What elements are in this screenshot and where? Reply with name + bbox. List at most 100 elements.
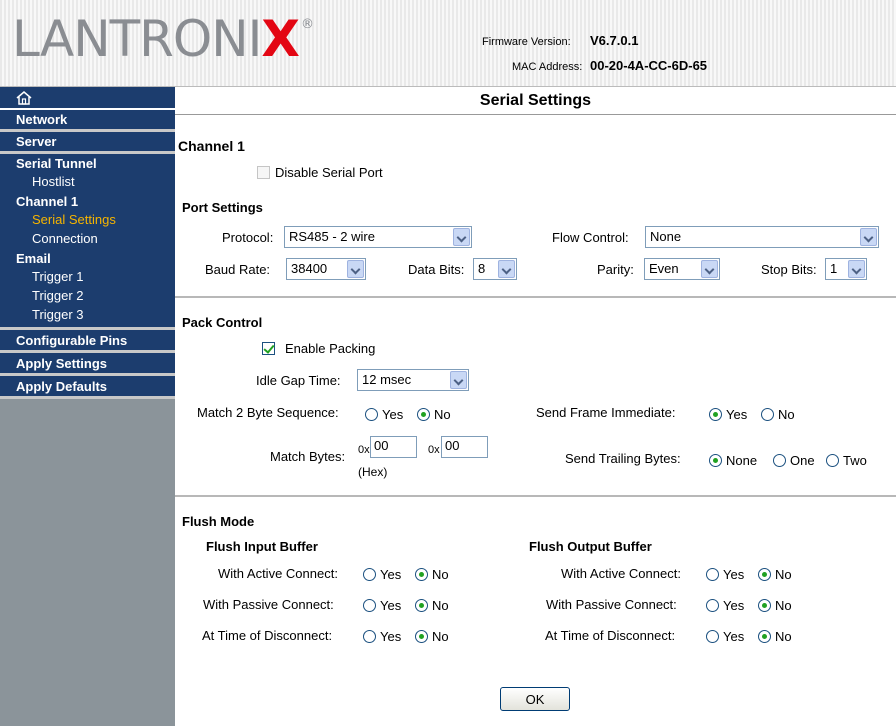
output-passive-yes-radio[interactable] xyxy=(706,599,719,612)
parity-select[interactable]: Even xyxy=(644,258,720,280)
send-trailing-two-label: Two xyxy=(843,453,867,468)
hex-prefix-2: 0x xyxy=(428,444,440,456)
sidebar-item-apply-defaults[interactable]: Apply Defaults xyxy=(0,377,175,396)
input-disconnect-no-label: No xyxy=(432,629,449,644)
sidebar-item-apply-settings[interactable]: Apply Settings xyxy=(0,354,175,373)
send-trailing-one-radio[interactable] xyxy=(773,454,786,467)
sidebar-item-trigger-3[interactable]: Trigger 3 xyxy=(0,306,175,325)
send-frame-yes-radio[interactable] xyxy=(709,408,722,421)
idle-gap-value: 12 msec xyxy=(362,372,412,387)
nav-section-server: Server xyxy=(0,132,175,154)
input-disconnect-yes-label: Yes xyxy=(380,629,402,644)
chevron-down-icon xyxy=(450,371,467,389)
flow-control-select[interactable]: None xyxy=(645,226,879,248)
stop-bits-label: Stop Bits: xyxy=(761,262,817,277)
channel-title: Channel 1 xyxy=(178,138,245,154)
protocol-value: RS485 - 2 wire xyxy=(289,229,375,244)
input-active-connect-label: With Active Connect: xyxy=(218,566,338,581)
output-disconnect-yes-label: Yes xyxy=(723,629,745,644)
send-trailing-label: Send Trailing Bytes: xyxy=(565,451,681,466)
send-frame-yes-label: Yes xyxy=(726,407,748,422)
input-disconnect-no-radio[interactable] xyxy=(415,630,428,643)
title-bar: Serial Settings xyxy=(175,87,896,115)
match-2-byte-no-radio[interactable] xyxy=(417,408,430,421)
data-bits-select[interactable]: 8 xyxy=(473,258,517,280)
sidebar-item-connection[interactable]: Connection xyxy=(0,230,175,249)
stop-bits-select[interactable]: 1 xyxy=(825,258,867,280)
send-trailing-none-radio[interactable] xyxy=(709,454,722,467)
sidebar-item-trigger-1[interactable]: Trigger 1 xyxy=(0,268,175,287)
output-passive-no-label: No xyxy=(775,598,792,613)
idle-gap-label: Idle Gap Time: xyxy=(256,373,341,388)
output-disconnect-yes-radio[interactable] xyxy=(706,630,719,643)
sidebar-item-network[interactable]: Network xyxy=(0,110,175,129)
nav-section-network: Network xyxy=(0,110,175,132)
home-link[interactable] xyxy=(0,87,175,110)
sidebar-item-hostlist[interactable]: Hostlist xyxy=(0,173,175,192)
flush-output-title: Flush Output Buffer xyxy=(529,539,652,554)
flush-mode-title: Flush Mode xyxy=(182,514,255,529)
input-passive-yes-label: Yes xyxy=(380,598,402,613)
page-title: Serial Settings xyxy=(479,92,592,109)
output-passive-no-radio[interactable] xyxy=(758,599,771,612)
match-byte-2-input[interactable]: 00 xyxy=(441,436,488,458)
protocol-select[interactable]: RS485 - 2 wire xyxy=(284,226,472,248)
sidebar-item-channel-1[interactable]: Channel 1 xyxy=(0,192,175,211)
protocol-label: Protocol: xyxy=(222,230,274,245)
send-frame-no-radio[interactable] xyxy=(761,408,774,421)
match-byte-1-input[interactable]: 00 xyxy=(370,436,417,458)
parity-value: Even xyxy=(649,261,679,276)
home-icon[interactable] xyxy=(16,90,32,106)
mac-value: 00-20-4A-CC-6D-65 xyxy=(590,58,708,73)
chevron-down-icon xyxy=(347,260,364,278)
divider xyxy=(175,495,896,497)
send-trailing-two-radio[interactable] xyxy=(826,454,839,467)
send-trailing-none-label: None xyxy=(726,453,758,468)
idle-gap-select[interactable]: 12 msec xyxy=(357,369,469,391)
stop-bits-value: 1 xyxy=(830,261,838,276)
baud-rate-value: 38400 xyxy=(291,261,328,276)
output-disconnect-label: At Time of Disconnect: xyxy=(545,628,676,643)
sidebar-item-email[interactable]: Email xyxy=(0,249,175,268)
chevron-down-icon xyxy=(498,260,515,278)
match-2-byte-yes-radio[interactable] xyxy=(365,408,378,421)
match-2-byte-yes-label: Yes xyxy=(382,407,404,422)
sidebar-item-configurable-pins[interactable]: Configurable Pins xyxy=(0,331,175,350)
enable-packing-checkbox[interactable] xyxy=(262,342,275,355)
input-passive-yes-radio[interactable] xyxy=(363,599,376,612)
flow-control-label: Flow Control: xyxy=(552,230,629,245)
input-active-yes-radio[interactable] xyxy=(363,568,376,581)
output-disconnect-no-radio[interactable] xyxy=(758,630,771,643)
baud-rate-select[interactable]: 38400 xyxy=(286,258,366,280)
output-passive-yes-label: Yes xyxy=(723,598,745,613)
output-active-no-radio[interactable] xyxy=(758,568,771,581)
output-active-yes-radio[interactable] xyxy=(706,568,719,581)
data-bits-label: Data Bits: xyxy=(408,262,465,277)
input-active-no-label: No xyxy=(432,567,449,582)
send-trailing-one-label: One xyxy=(790,453,815,468)
ok-button[interactable]: OK xyxy=(500,687,570,711)
nav-section-apply-settings: Apply Settings xyxy=(0,353,175,376)
input-passive-no-radio[interactable] xyxy=(415,599,428,612)
input-disconnect-yes-radio[interactable] xyxy=(363,630,376,643)
sidebar-item-server[interactable]: Server xyxy=(0,132,175,151)
sidebar: Network Server Serial Tunnel Hostlist Ch… xyxy=(0,87,175,726)
disable-serial-port-checkbox[interactable] xyxy=(257,166,270,179)
nav-section-configurable-pins: Configurable Pins xyxy=(0,330,175,353)
chevron-down-icon xyxy=(848,260,865,278)
hex-note: (Hex) xyxy=(358,465,388,479)
sidebar-item-trigger-2[interactable]: Trigger 2 xyxy=(0,287,175,306)
header: LANTRONIX ® Firmware Version: V6.7.0.1 MA… xyxy=(0,0,896,87)
hex-prefix-1: 0x xyxy=(358,444,370,456)
sidebar-item-serial-settings[interactable]: Serial Settings xyxy=(0,211,175,230)
sidebar-item-serial-tunnel[interactable]: Serial Tunnel xyxy=(0,154,175,173)
pack-control-title: Pack Control xyxy=(182,315,263,330)
firmware-value: V6.7.0.1 xyxy=(590,33,639,48)
match-2-byte-label: Match 2 Byte Sequence: xyxy=(197,405,339,420)
output-passive-connect-label: With Passive Connect: xyxy=(546,597,677,612)
mac-label: MAC Address: xyxy=(512,61,583,73)
input-active-yes-label: Yes xyxy=(380,567,402,582)
input-passive-no-label: No xyxy=(432,598,449,613)
input-active-no-radio[interactable] xyxy=(415,568,428,581)
chevron-down-icon xyxy=(701,260,718,278)
